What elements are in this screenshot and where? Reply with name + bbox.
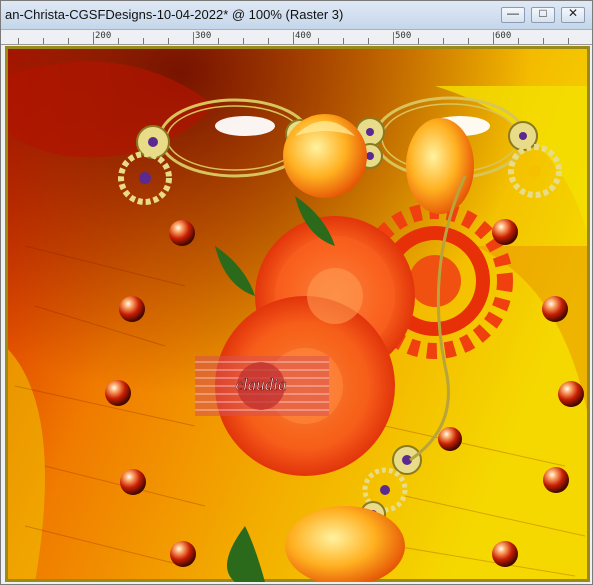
ruler-label: 500 [395, 31, 412, 41]
maximize-button[interactable]: □ [531, 6, 555, 23]
close-button[interactable]: ✕ [561, 6, 585, 23]
window-title: an-Christa-CGSFDesigns-10-04-2022* @ 100… [5, 7, 344, 22]
horizontal-ruler: 200 300 400 500 600 [1, 30, 592, 45]
image-canvas[interactable]: claudia [5, 46, 590, 582]
app-window: an-Christa-CGSFDesigns-10-04-2022* @ 100… [0, 0, 593, 585]
ruler-label: 300 [195, 31, 212, 41]
watermark-logo: claudia [195, 356, 329, 416]
close-icon: ✕ [567, 6, 579, 20]
title-bar[interactable]: an-Christa-CGSFDesigns-10-04-2022* @ 100… [1, 1, 592, 30]
artwork: claudia [5, 46, 590, 582]
ruler-label: 600 [495, 31, 512, 41]
minimize-button[interactable]: — [501, 6, 525, 23]
minimize-icon: — [507, 6, 519, 20]
watermark-text: claudia [236, 375, 287, 394]
ruler-label: 200 [95, 31, 112, 41]
ruler-label: 400 [295, 31, 312, 41]
maximize-icon: □ [539, 6, 547, 20]
